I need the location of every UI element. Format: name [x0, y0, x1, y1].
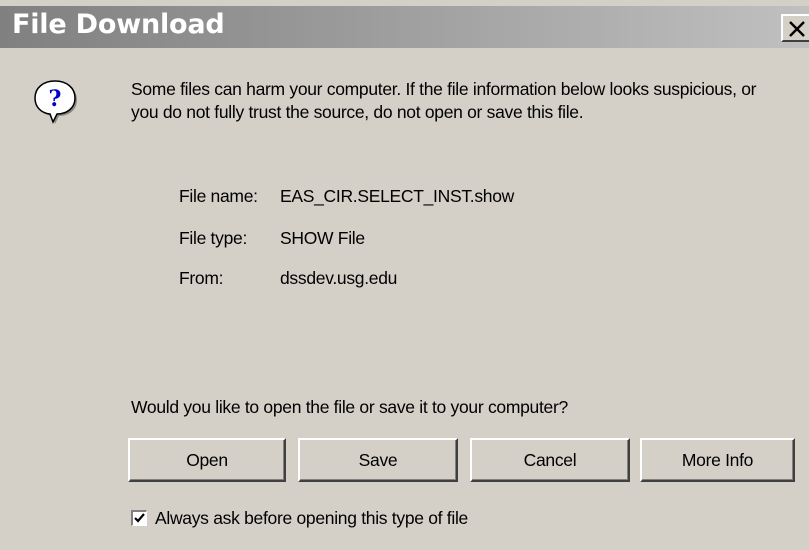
always-ask-checkbox[interactable] — [131, 510, 147, 526]
file-source-value: dssdev.usg.edu — [280, 268, 398, 288]
open-button[interactable]: Open — [128, 438, 286, 482]
file-type-value: SHOW File — [280, 228, 365, 248]
svg-text:?: ? — [49, 86, 62, 112]
security-warning-text: Some files can harm your computer. If th… — [131, 79, 757, 122]
window-title: File Download — [12, 9, 225, 40]
more-info-button[interactable]: More Info — [640, 438, 795, 482]
file-name-value: EAS_CIR.SELECT_INST.show — [280, 186, 514, 206]
always-ask-label[interactable]: Always ask before opening this type of f… — [155, 508, 468, 529]
close-icon — [789, 21, 805, 37]
question-mark-bubble-icon: ? — [32, 78, 78, 124]
checkmark-icon — [134, 513, 145, 523]
file-type-label: File type: — [179, 228, 247, 248]
file-source-label: From: — [179, 268, 224, 288]
file-download-dialog: File Download ? Some files can harm your… — [0, 0, 809, 550]
open-or-save-question: Would you like to open the file or save … — [131, 397, 568, 417]
cancel-button[interactable]: Cancel — [470, 438, 630, 482]
title-bar[interactable]: File Download — [0, 6, 809, 48]
close-button[interactable] — [781, 14, 809, 42]
save-button[interactable]: Save — [298, 438, 458, 482]
file-name-label: File name: — [179, 186, 258, 206]
